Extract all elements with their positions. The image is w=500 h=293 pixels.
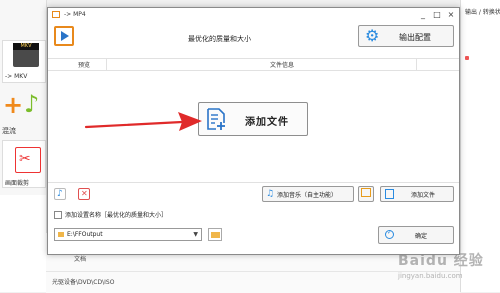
add-music-button[interactable]: ♫ 添加音乐（自主功能） (262, 186, 354, 202)
tile-crop[interactable]: ✂ 画面裁剪 (2, 140, 46, 188)
chevron-down-icon: ▼ (193, 231, 198, 238)
check-circle-icon: ✓ (385, 229, 394, 239)
minimize-button[interactable]: _ (418, 9, 428, 20)
watermark: Baidu 经验 jingyan.baidu.com (398, 250, 498, 292)
browse-folder-button[interactable] (208, 228, 222, 241)
delete-file-button[interactable]: ✕ (78, 188, 90, 200)
tile-label: 混流 (2, 127, 16, 135)
output-folder-value: E:\FFOutput (67, 231, 103, 238)
dialog-header: 最优化的质量和大小 ⚙ 输出配置 (48, 22, 459, 59)
column-divider (106, 58, 107, 70)
gear-icon: ⚙ (365, 26, 380, 45)
output-config-label: 输出配置 (399, 33, 431, 42)
folder-icon (361, 188, 371, 197)
confirm-button[interactable]: ✓ 确定 (378, 226, 454, 244)
add-file-icon (207, 108, 225, 130)
column-divider (416, 58, 417, 70)
dialog-titlebar[interactable]: -> MP4 _ □ × (48, 8, 459, 22)
add-file-label: 添加文件 (411, 192, 436, 199)
append-setting-label: 添加设置名称［最优化的质量和大小］ (65, 212, 168, 219)
background-sidebar-lower (0, 195, 46, 292)
tile-label: 画面裁剪 (5, 180, 30, 187)
close-button[interactable]: × (446, 9, 456, 20)
confirm-label: 确定 (415, 233, 428, 240)
list-item[interactable]: 文档 (74, 254, 86, 263)
dialog-title: -> MP4 (64, 11, 86, 18)
scissors-icon: ✂ (19, 151, 31, 167)
annotation-arrow (84, 112, 202, 131)
watermark-url: jingyan.baidu.com (398, 272, 463, 280)
output-folder-select[interactable]: E:\FFOutput ▼ (54, 228, 202, 241)
output-config-button[interactable]: ⚙ 输出配置 (358, 25, 454, 47)
add-file-button[interactable]: 添加文件 (380, 186, 454, 202)
column-preview: 预览 (78, 62, 91, 69)
output-status-header: 输出 / 转换状 (465, 9, 500, 16)
app-icon (52, 11, 60, 18)
file-list-header: 预览 文件信息 (48, 58, 459, 71)
quality-profile-title: 最优化的质量和大小 (188, 35, 251, 43)
maximize-button[interactable]: □ (432, 9, 442, 20)
add-file-icon (385, 189, 394, 199)
folder-icon (58, 232, 64, 237)
add-file-button-large[interactable]: 添加文件 (198, 102, 308, 136)
add-music-label: 添加音乐（自主功能） (277, 192, 338, 199)
folder-icon (211, 232, 220, 238)
trash-icon: ✕ (81, 189, 88, 198)
tile-mix[interactable]: + ♪ 混流 (2, 88, 46, 136)
add-folder-button[interactable] (358, 186, 374, 202)
list-item[interactable]: 光驱设备\DVD\CD\ISO (52, 277, 114, 286)
add-file-label: 添加文件 (245, 117, 289, 128)
file-toolbar: ♪ ✕ ♫ 添加音乐（自主功能） 添加文件 (48, 182, 459, 205)
append-setting-checkbox[interactable] (54, 211, 62, 219)
music-file-button[interactable]: ♪ (54, 188, 66, 200)
video-film-icon (54, 26, 74, 46)
music-note-icon: ♪ (57, 189, 63, 199)
music-note-icon: ♫ (266, 189, 275, 199)
status-marker-icon (465, 56, 469, 60)
column-file-info: 文件信息 (270, 62, 295, 69)
music-note-icon: ♪ (24, 90, 40, 118)
tile-label: -> MKV (5, 73, 28, 80)
mkv-format-icon: MKV (13, 43, 39, 67)
tile-to-mkv[interactable]: MKV -> MKV (2, 40, 46, 83)
plus-icon: + (3, 91, 24, 119)
background-right-panel: 输出 / 转换状 (460, 0, 500, 292)
